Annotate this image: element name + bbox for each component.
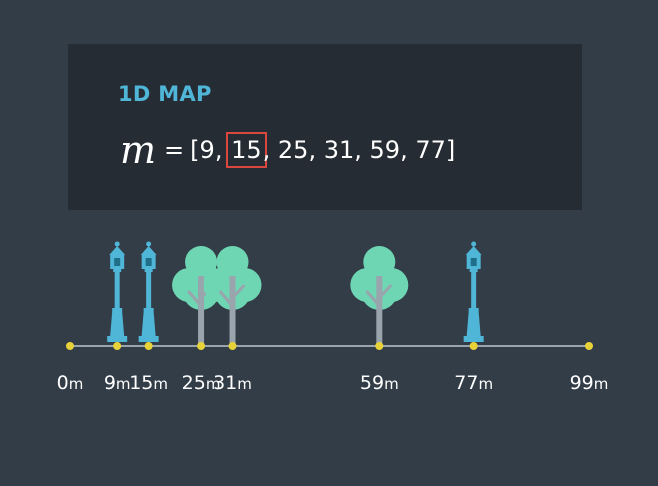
tree-trunk	[229, 276, 236, 346]
axis-dot	[144, 342, 153, 350]
tree-trunk	[198, 276, 205, 346]
lamp-base	[466, 312, 481, 336]
tick-value: 9	[103, 372, 116, 394]
axis-dot	[113, 342, 122, 350]
axis-dot	[197, 342, 206, 350]
lamp-collar	[113, 269, 122, 272]
lamp-pole	[114, 272, 120, 310]
lamp-ring	[468, 308, 479, 312]
landmark-scene	[66, 241, 593, 350]
lamp-post-icon	[138, 241, 159, 342]
lamp-glass	[470, 258, 477, 266]
lamp-glass	[114, 258, 121, 266]
tick-value: 0	[56, 372, 69, 394]
tick-label: 99m	[570, 372, 609, 394]
lamp-finial	[146, 241, 152, 247]
lamp-ring	[143, 308, 154, 312]
axis-dot	[228, 342, 237, 350]
tick-value: 99	[569, 372, 594, 394]
tick-label: 31m	[213, 372, 252, 394]
tick-label: 15m	[129, 372, 168, 394]
tree-icon	[350, 246, 409, 346]
tick-label: 9m	[104, 372, 131, 394]
tick-value: 25	[181, 372, 206, 394]
lamp-pole	[146, 272, 152, 310]
lamp-finial	[114, 241, 120, 247]
lamp-roof	[465, 246, 482, 255]
tick-value: 77	[454, 372, 479, 394]
axis-dot	[375, 342, 384, 350]
lamp-ring	[112, 308, 123, 312]
tick-value: 31	[213, 372, 238, 394]
lamp-foot	[138, 336, 159, 342]
lamp-foot	[463, 336, 484, 342]
tick-value: 15	[129, 372, 154, 394]
tick-unit: m	[593, 375, 609, 393]
lamp-roof	[140, 246, 157, 255]
tree-trunk	[376, 276, 383, 346]
tick-unit: m	[384, 375, 399, 393]
axis-dot	[66, 342, 74, 350]
lamp-collar	[469, 269, 478, 272]
tick-unit: m	[68, 375, 84, 393]
tick-label: 77m	[454, 372, 493, 394]
lamp-glass	[145, 258, 152, 266]
lamp-base	[141, 312, 156, 336]
tick-unit: m	[237, 375, 252, 393]
tick-label: 59m	[360, 372, 399, 394]
tick-unit: m	[153, 375, 169, 393]
lamp-roof	[109, 246, 126, 255]
axis-dot	[585, 342, 593, 350]
lamp-collar	[144, 269, 153, 272]
lamp-post-icon	[107, 241, 128, 342]
lamp-foot	[107, 336, 128, 342]
tick-unit: m	[478, 375, 494, 393]
tick-label: 0m	[57, 372, 84, 394]
axis-dot	[469, 342, 478, 350]
lamp-pole	[471, 272, 477, 310]
lamp-finial	[471, 241, 477, 247]
tick-value: 59	[359, 372, 385, 394]
lamp-base	[110, 312, 125, 336]
lamp-post-icon	[463, 241, 484, 342]
